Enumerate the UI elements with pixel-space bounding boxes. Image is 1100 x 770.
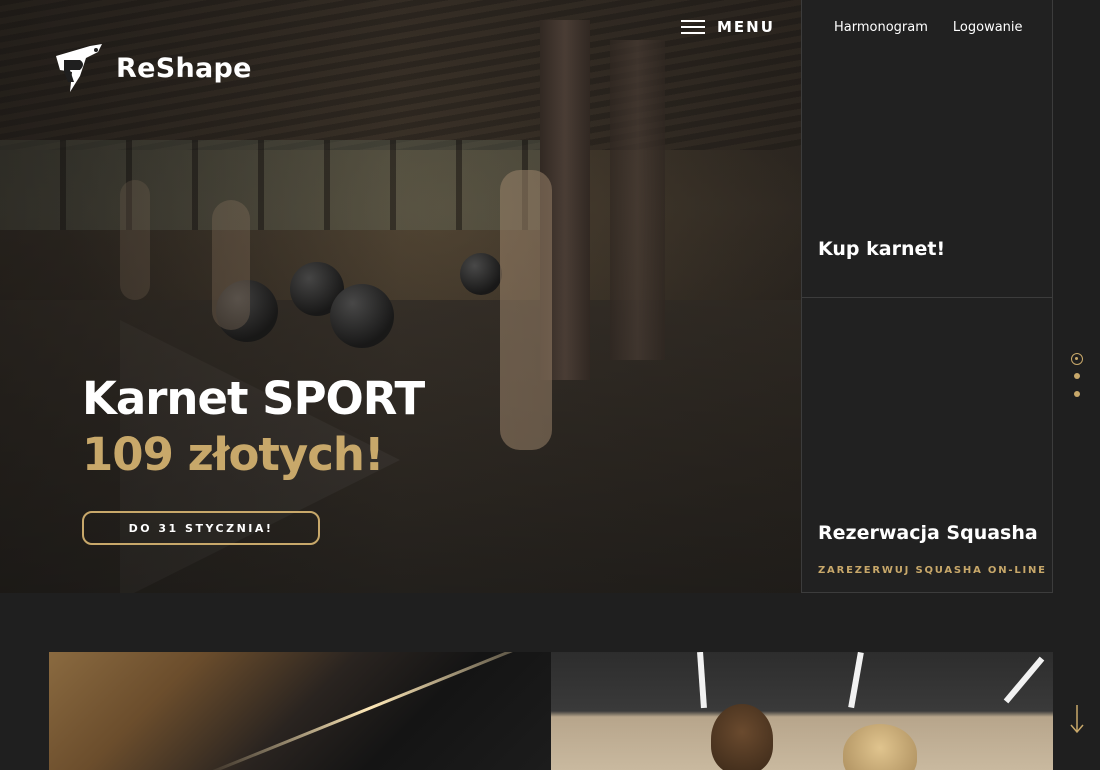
hero-title: Karnet SPORT bbox=[82, 372, 425, 425]
person-head bbox=[843, 724, 917, 770]
promo-button[interactable]: DO 31 STYCZNIA! bbox=[82, 511, 320, 545]
brand-logo[interactable]: ReShape bbox=[50, 42, 252, 94]
light-strip bbox=[201, 652, 537, 770]
top-nav: Harmonogram Logowanie bbox=[834, 20, 1023, 35]
ceiling-light bbox=[697, 652, 707, 709]
logo-mark-icon bbox=[56, 44, 102, 92]
squash-reservation-link[interactable]: Rezerwacja Squasha bbox=[818, 522, 1038, 544]
menu-label: MENU bbox=[717, 18, 775, 36]
buy-pass-link[interactable]: Kup karnet! bbox=[818, 238, 945, 260]
arrow-down-icon[interactable] bbox=[1068, 703, 1086, 735]
nav-link-logowanie[interactable]: Logowanie bbox=[953, 20, 1023, 35]
gallery-tile-people[interactable] bbox=[551, 652, 1053, 770]
person-head bbox=[711, 704, 773, 770]
hamburger-icon bbox=[681, 20, 705, 34]
slider-dot-1[interactable] bbox=[1071, 353, 1083, 365]
slider-dot-2[interactable] bbox=[1074, 373, 1080, 379]
ceiling-light bbox=[848, 652, 864, 709]
gallery-tile-interior[interactable] bbox=[49, 652, 551, 770]
slider-dots bbox=[1070, 353, 1084, 409]
slider-dot-3[interactable] bbox=[1074, 391, 1080, 397]
squash-online-link[interactable]: ZAREZERWUJ SQUASHA ON-LINE bbox=[818, 565, 1047, 576]
ceiling-light bbox=[1003, 656, 1045, 704]
menu-button[interactable]: MENU bbox=[681, 18, 775, 36]
nav-link-harmonogram[interactable]: Harmonogram bbox=[834, 20, 928, 35]
brand-name: ReShape bbox=[116, 52, 252, 84]
hero-price: 109 złotych! bbox=[82, 428, 384, 481]
panel-divider bbox=[801, 297, 1053, 298]
